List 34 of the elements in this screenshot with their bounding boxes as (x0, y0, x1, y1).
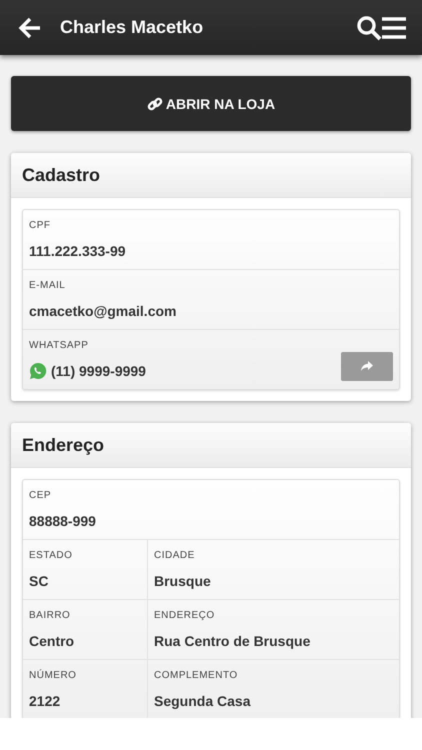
field-label: CIDADE (154, 550, 196, 562)
field-value: Segunda Casa (154, 693, 250, 709)
whatsapp-icon (29, 362, 47, 380)
field-label: CPF (29, 220, 52, 232)
menu-button[interactable] (382, 16, 406, 38)
back-arrow-icon (18, 16, 42, 38)
field-label: COMPLEMENTO (154, 670, 239, 682)
search-icon (356, 14, 382, 40)
share-button[interactable] (341, 352, 393, 380)
field-value: Rua Centro de Brusque (154, 633, 310, 649)
section-title: Endereço (11, 423, 411, 468)
section-title: Cadastro (11, 153, 411, 198)
field-value: 88888-999 (29, 513, 96, 529)
back-button[interactable] (18, 16, 42, 38)
field-value: (11) 9999-9999 (51, 363, 146, 379)
field-value: Brusque (154, 573, 211, 589)
field-value: SC (29, 573, 48, 589)
field-label: NÚMERO (29, 670, 78, 682)
page-title: Charles Macetko (60, 17, 204, 38)
link-icon (146, 96, 163, 112)
share-arrow-icon (361, 361, 373, 371)
field-value: Centro (29, 633, 74, 649)
field-label: ESTADO (29, 550, 74, 562)
open-store-button[interactable]: ABRIR NA LOJA (11, 76, 411, 131)
field-value: 2122 (29, 693, 60, 709)
field-label: WHATSAPP (29, 340, 90, 352)
field-label: E-MAIL (29, 280, 66, 292)
menu-icon (382, 16, 406, 38)
search-button[interactable] (356, 14, 382, 40)
field-label: CEP (29, 490, 52, 502)
field-label: ENDEREÇO (154, 610, 216, 622)
field-value: 111.222.333-99 (29, 243, 126, 259)
field-label: BAIRRO (29, 610, 72, 622)
field-value: cmacetko@gmail.com (29, 303, 176, 319)
